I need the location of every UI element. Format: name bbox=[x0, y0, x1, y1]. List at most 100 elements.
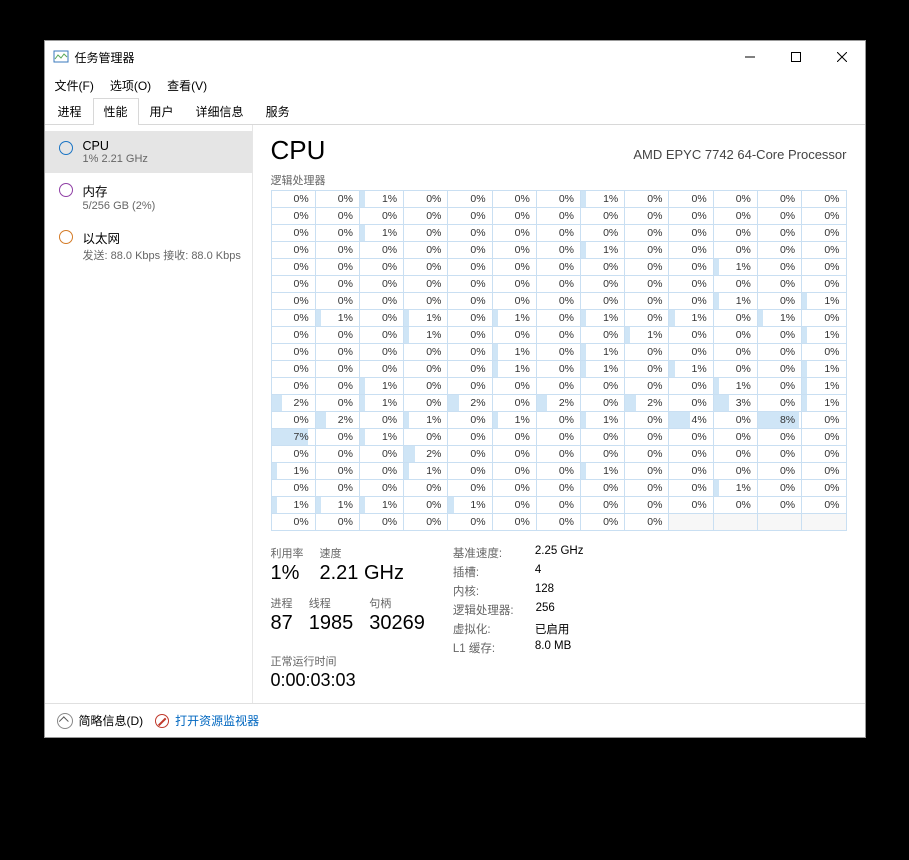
tab-性能[interactable]: 性能 bbox=[93, 98, 139, 124]
menu-file[interactable]: 文件(F) bbox=[53, 75, 96, 96]
resource-monitor-label: 打开资源监视器 bbox=[175, 712, 259, 729]
core-cell: 1% bbox=[404, 463, 448, 480]
sidebar-item-CPU[interactable]: CPU1% 2.21 GHz bbox=[45, 131, 252, 173]
core-cell: 1% bbox=[271, 497, 315, 514]
tab-进程[interactable]: 进程 bbox=[47, 98, 93, 124]
core-cell: 0% bbox=[757, 395, 801, 412]
core-cell: 0% bbox=[581, 446, 625, 463]
core-cell: 0% bbox=[669, 293, 713, 310]
core-cell: 0% bbox=[359, 293, 403, 310]
page-title: CPU bbox=[271, 135, 326, 166]
core-cell: 0% bbox=[669, 378, 713, 395]
processes-label: 进程 bbox=[271, 595, 293, 611]
core-cell: 0% bbox=[802, 242, 846, 259]
core-cell: 1% bbox=[404, 412, 448, 429]
tab-用户[interactable]: 用户 bbox=[139, 98, 185, 124]
core-cell: 0% bbox=[492, 446, 536, 463]
core-cell: 1% bbox=[713, 378, 757, 395]
core-cell: 0% bbox=[492, 276, 536, 293]
spec-label: 插槽: bbox=[453, 564, 513, 580]
uptime-label: 正常运行时间 bbox=[271, 653, 425, 669]
tab-服务[interactable]: 服务 bbox=[255, 98, 301, 124]
core-cell: 0% bbox=[492, 242, 536, 259]
core-cell: 0% bbox=[271, 446, 315, 463]
content-area: CPU1% 2.21 GHz内存5/256 GB (2%)以太网发送: 88.0… bbox=[45, 125, 865, 703]
core-cell: 0% bbox=[669, 480, 713, 497]
spec-value: 8.0 MB bbox=[535, 640, 571, 656]
core-cell: 0% bbox=[713, 412, 757, 429]
purple-circle-icon bbox=[59, 183, 73, 197]
core-cell: 0% bbox=[669, 242, 713, 259]
core-cell: 0% bbox=[625, 480, 669, 497]
core-cell bbox=[802, 514, 846, 531]
core-cell: 0% bbox=[315, 429, 359, 446]
core-cell: 0% bbox=[492, 191, 536, 208]
titlebar[interactable]: 任务管理器 bbox=[45, 41, 865, 73]
core-cell: 1% bbox=[802, 327, 846, 344]
core-cell: 0% bbox=[713, 429, 757, 446]
spec-label: 逻辑处理器: bbox=[453, 602, 514, 618]
core-cell: 0% bbox=[315, 344, 359, 361]
core-cell: 0% bbox=[448, 463, 492, 480]
core-cell: 1% bbox=[581, 412, 625, 429]
sidebar-item-以太网[interactable]: 以太网发送: 88.0 Kbps 接收: 88.0 Kbps bbox=[45, 220, 252, 271]
menubar: 文件(F) 选项(O) 查看(V) bbox=[45, 73, 865, 98]
core-cell: 2% bbox=[315, 412, 359, 429]
maximize-button[interactable] bbox=[773, 41, 819, 73]
resource-monitor-link[interactable]: 打开资源监视器 bbox=[155, 712, 259, 729]
sidebar-item-sub: 1% 2.21 GHz bbox=[83, 153, 148, 165]
core-cell: 0% bbox=[271, 514, 315, 531]
minimize-button[interactable] bbox=[727, 41, 773, 73]
core-cell: 0% bbox=[802, 259, 846, 276]
core-cell: 0% bbox=[757, 497, 801, 514]
core-cell: 0% bbox=[757, 463, 801, 480]
core-cell: 0% bbox=[492, 395, 536, 412]
core-cell: 1% bbox=[404, 327, 448, 344]
core-cell: 0% bbox=[448, 276, 492, 293]
core-cell bbox=[669, 514, 713, 531]
core-cell: 0% bbox=[581, 514, 625, 531]
core-cell: 0% bbox=[271, 412, 315, 429]
core-cell: 0% bbox=[492, 429, 536, 446]
core-cell: 0% bbox=[625, 293, 669, 310]
core-cell: 1% bbox=[448, 497, 492, 514]
sidebar-item-title: 以太网 bbox=[83, 228, 238, 247]
sidebar: CPU1% 2.21 GHz内存5/256 GB (2%)以太网发送: 88.0… bbox=[45, 125, 253, 703]
core-cell: 1% bbox=[713, 480, 757, 497]
core-cell: 0% bbox=[404, 497, 448, 514]
core-cell: 0% bbox=[448, 208, 492, 225]
window-controls bbox=[727, 41, 865, 73]
window-title: 任务管理器 bbox=[75, 49, 135, 66]
close-button[interactable] bbox=[819, 41, 865, 73]
core-cell: 0% bbox=[802, 446, 846, 463]
core-cell: 0% bbox=[581, 327, 625, 344]
core-cell: 0% bbox=[315, 208, 359, 225]
blue-circle-icon bbox=[59, 141, 73, 155]
core-cell: 0% bbox=[315, 446, 359, 463]
core-cell: 0% bbox=[492, 259, 536, 276]
sidebar-item-内存[interactable]: 内存5/256 GB (2%) bbox=[45, 173, 252, 220]
core-cell: 0% bbox=[404, 242, 448, 259]
spec-logical: 逻辑处理器:256 bbox=[453, 602, 584, 618]
core-cell: 0% bbox=[492, 378, 536, 395]
menu-view[interactable]: 查看(V) bbox=[165, 75, 209, 96]
core-cell: 0% bbox=[536, 293, 580, 310]
tab-详细信息[interactable]: 详细信息 bbox=[185, 98, 255, 124]
core-cell: 1% bbox=[802, 378, 846, 395]
core-grid[interactable]: 0%0%1%0%0%0%0%1%0%0%0%0%0%0%0%0%0%0%0%0%… bbox=[271, 190, 847, 531]
core-cell: 0% bbox=[404, 293, 448, 310]
core-cell: 0% bbox=[271, 293, 315, 310]
core-cell: 0% bbox=[802, 276, 846, 293]
core-cell: 0% bbox=[802, 429, 846, 446]
core-cell: 0% bbox=[448, 225, 492, 242]
core-cell: 0% bbox=[625, 463, 669, 480]
core-cell: 0% bbox=[315, 514, 359, 531]
core-cell: 0% bbox=[581, 225, 625, 242]
menu-options[interactable]: 选项(O) bbox=[108, 75, 153, 96]
cpu-name: AMD EPYC 7742 64-Core Processor bbox=[633, 147, 846, 162]
core-cell: 0% bbox=[448, 514, 492, 531]
fewer-details-button[interactable]: 简略信息(D) bbox=[57, 712, 144, 729]
core-cell: 0% bbox=[404, 259, 448, 276]
spec-value: 2.25 GHz bbox=[535, 545, 584, 561]
core-cell: 0% bbox=[271, 191, 315, 208]
